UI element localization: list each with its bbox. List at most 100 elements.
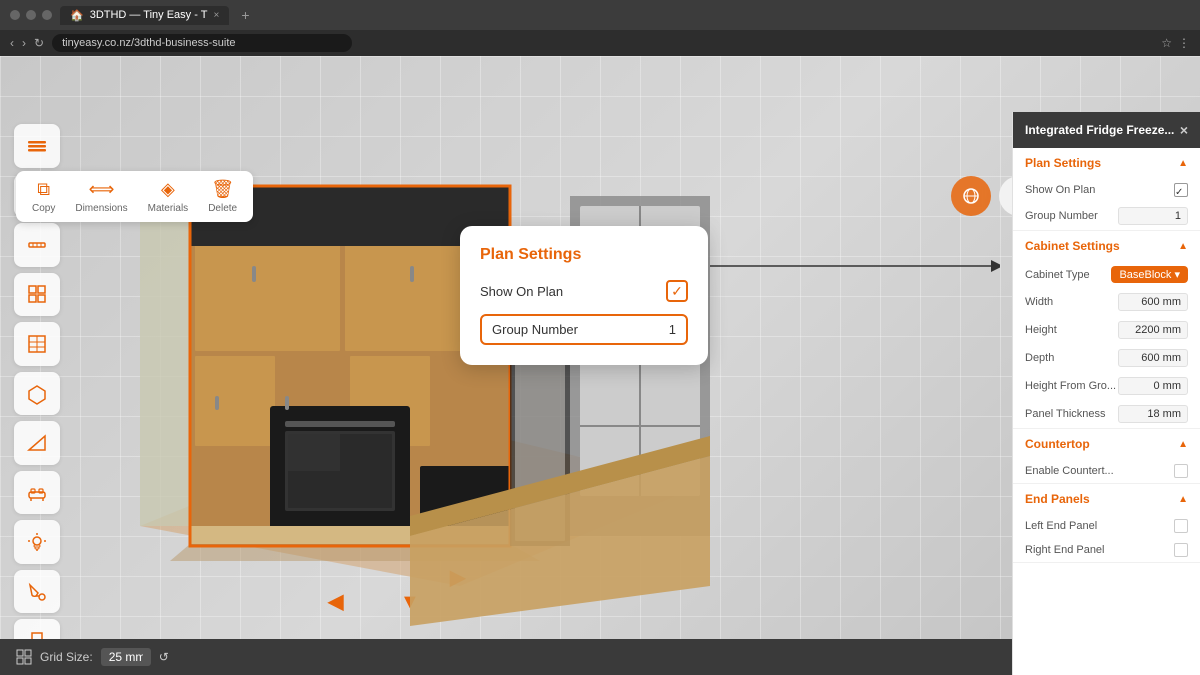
sidebar-item-paint[interactable] <box>14 570 60 614</box>
panel-width-input[interactable] <box>1118 293 1188 311</box>
view-orbit-button[interactable] <box>951 176 991 216</box>
sidebar-item-layers[interactable] <box>14 124 60 168</box>
panel-height-label: Height <box>1025 324 1057 336</box>
window-controls <box>10 10 52 20</box>
panel-depth-input[interactable] <box>1118 349 1188 367</box>
cabinet-type-dropdown[interactable]: BaseBlock ▾ <box>1111 266 1188 283</box>
browser-tab-active[interactable]: 🏠 3DTHD — Tiny Easy - T × <box>60 6 229 25</box>
show-on-plan-row: Show On Plan ✓ <box>480 280 688 302</box>
sidebar-item-object[interactable] <box>14 372 60 416</box>
group-number-row: Group Number 1 <box>480 314 688 345</box>
panel-cabinet-type-row: Cabinet Type BaseBlock ▾ <box>1013 261 1200 288</box>
new-tab-button[interactable]: + <box>241 7 249 23</box>
grid-size-area: Grid Size: ↺ <box>16 648 169 666</box>
show-on-plan-checkbox[interactable]: ✓ <box>666 280 688 302</box>
browser-tab-label: 3DTHD — Tiny Easy - T <box>90 9 208 21</box>
right-panel: Integrated Fridge Freeze... × Plan Setti… <box>1012 112 1200 675</box>
panel-section-countertop: Countertop ▲ Enable Countert... <box>1013 429 1200 484</box>
panel-right-end-panel-row: Right End Panel <box>1013 538 1200 562</box>
materials-tool[interactable]: ◈ Materials <box>148 179 189 214</box>
panel-cabinet-type-label: Cabinet Type <box>1025 269 1090 281</box>
plan-settings-expand-icon: ▲ <box>1178 158 1188 169</box>
dimensions-label: Dimensions <box>75 203 127 214</box>
panel-section-plan-settings-header[interactable]: Plan Settings ▲ <box>1013 148 1200 178</box>
dimensions-tool[interactable]: ⟺ Dimensions <box>75 179 127 214</box>
grid-size-label: Grid Size: <box>40 650 93 664</box>
sidebar-item-light[interactable] <box>14 520 60 564</box>
panel-title: Integrated Fridge Freeze... <box>1025 123 1174 137</box>
panel-section-cabinet-header[interactable]: Cabinet Settings ▲ <box>1013 231 1200 261</box>
panel-right-end-panel-checkbox[interactable] <box>1174 543 1188 557</box>
panel-right-end-panel-label: Right End Panel <box>1025 544 1105 556</box>
panel-group-number-input[interactable] <box>1118 207 1188 225</box>
panel-section-end-panels: End Panels ▲ Left End Panel Right End Pa… <box>1013 484 1200 563</box>
countertop-expand-icon: ▲ <box>1178 439 1188 450</box>
panel-panel-thickness-row: Panel Thickness <box>1013 400 1200 428</box>
panel-depth-label: Depth <box>1025 352 1054 364</box>
nav-refresh[interactable]: ↻ <box>34 36 44 50</box>
window-maximize[interactable] <box>26 10 36 20</box>
grid-icon <box>16 649 32 665</box>
panel-enable-countertop-label: Enable Countert... <box>1025 465 1114 477</box>
panel-height-from-ground-label: Height From Gro... <box>1025 380 1116 392</box>
address-bar: ‹ › ↻ ☆ ⋮ <box>0 30 1200 56</box>
browser-tab-close[interactable]: × <box>213 10 219 21</box>
nav-back[interactable]: ‹ <box>10 36 14 50</box>
countertop-section-title: Countertop <box>1025 437 1090 451</box>
delete-icon: 🗑 <box>211 179 234 200</box>
browser-bookmark-icon[interactable]: ☆ <box>1161 36 1172 50</box>
copy-tool[interactable]: ⧉ Copy <box>32 179 55 214</box>
grid-reset-icon[interactable]: ↺ <box>159 650 169 664</box>
sidebar-item-furniture[interactable] <box>14 471 60 515</box>
materials-label: Materials <box>148 203 189 214</box>
browser-settings-icon[interactable]: ⋮ <box>1178 36 1190 50</box>
end-panels-section-title: End Panels <box>1025 492 1090 506</box>
panel-close-button[interactable]: × <box>1180 122 1188 138</box>
sidebar-item-slope[interactable] <box>14 421 60 465</box>
panel-height-from-ground-input[interactable] <box>1118 377 1188 395</box>
panel-height-input[interactable] <box>1118 321 1188 339</box>
sidebar-item-grid[interactable] <box>14 273 60 317</box>
nav-forward[interactable]: › <box>22 36 26 50</box>
panel-width-label: Width <box>1025 296 1053 308</box>
delete-tool[interactable]: 🗑 Delete <box>208 179 237 214</box>
panel-left-end-panel-checkbox[interactable] <box>1174 519 1188 533</box>
show-on-plan-label: Show On Plan <box>480 284 563 299</box>
toolbar-left: ⧉ Copy ⟺ Dimensions ◈ Materials 🗑 Delete <box>16 171 253 222</box>
cabinet-settings-expand-icon: ▲ <box>1178 241 1188 252</box>
panel-show-on-plan-row: Show On Plan ✓ <box>1013 178 1200 202</box>
main-area: ⧉ Copy ⟺ Dimensions ◈ Materials 🗑 Delete <box>0 56 1200 675</box>
end-panels-expand-icon: ▲ <box>1178 494 1188 505</box>
panel-width-row: Width <box>1013 288 1200 316</box>
delete-label: Delete <box>208 203 237 214</box>
panel-show-on-plan-checkbox[interactable]: ✓ <box>1174 183 1188 197</box>
group-number-label: Group Number <box>492 322 578 337</box>
plan-settings-section-title: Plan Settings <box>1025 156 1101 170</box>
panel-left-end-panel-label: Left End Panel <box>1025 520 1097 532</box>
copy-label: Copy <box>32 203 55 214</box>
toolbar-tools: ⧉ Copy ⟺ Dimensions ◈ Materials 🗑 Delete <box>16 171 253 222</box>
materials-icon: ◈ <box>161 179 175 200</box>
address-input[interactable] <box>52 34 352 52</box>
panel-group-number-row: Group Number <box>1013 202 1200 230</box>
check-mark-icon: ✓ <box>1175 187 1183 198</box>
panel-left-end-panel-row: Left End Panel <box>1013 514 1200 538</box>
panel-thickness-input[interactable] <box>1118 405 1188 423</box>
sidebar-item-measure[interactable] <box>14 223 60 267</box>
window-minimize[interactable] <box>10 10 20 20</box>
panel-show-on-plan-label: Show On Plan <box>1025 184 1095 196</box>
window-close[interactable] <box>42 10 52 20</box>
panel-section-countertop-header[interactable]: Countertop ▲ <box>1013 429 1200 459</box>
copy-icon: ⧉ <box>37 179 50 200</box>
group-number-value[interactable]: 1 <box>669 322 676 337</box>
panel-depth-row: Depth <box>1013 344 1200 372</box>
svg-text:◀: ◀ <box>327 591 344 613</box>
sidebar-item-wall[interactable] <box>14 322 60 366</box>
panel-height-from-ground-row: Height From Gro... <box>1013 372 1200 400</box>
cabinet-settings-section-title: Cabinet Settings <box>1025 239 1120 253</box>
grid-size-input[interactable] <box>101 648 151 666</box>
browser-bar: 🏠 3DTHD — Tiny Easy - T × + <box>0 0 1200 30</box>
panel-enable-countertop-checkbox[interactable] <box>1174 464 1188 478</box>
panel-thickness-label: Panel Thickness <box>1025 408 1106 420</box>
panel-section-end-panels-header[interactable]: End Panels ▲ <box>1013 484 1200 514</box>
